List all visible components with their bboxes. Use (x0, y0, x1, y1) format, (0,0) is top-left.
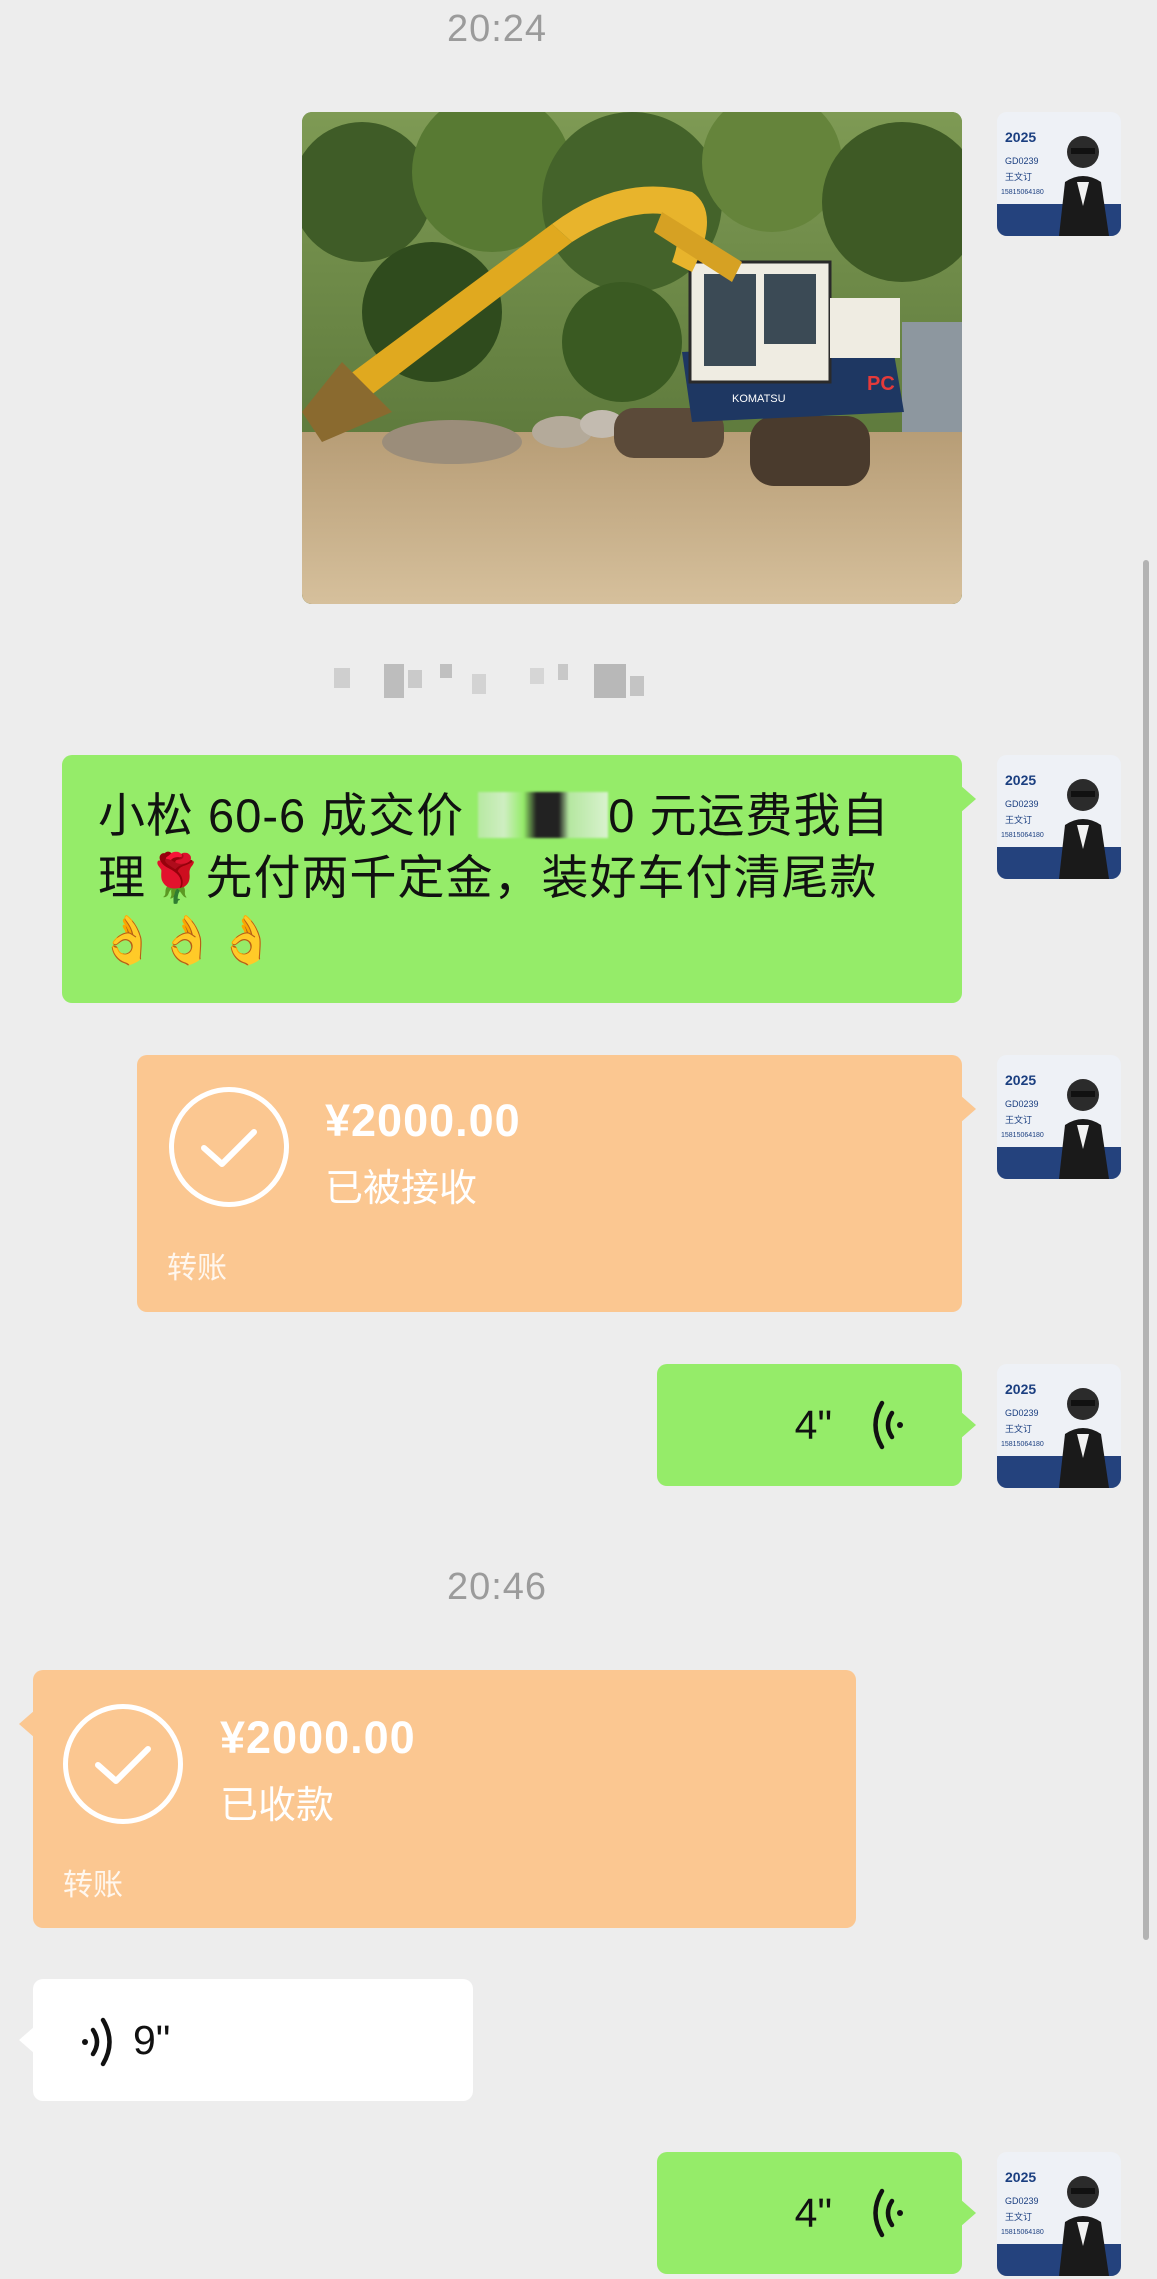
voice-message-bubble[interactable]: 4" (657, 1364, 976, 1486)
check-circle-icon (63, 1704, 183, 1824)
voice-wave-left-icon (71, 2015, 115, 2074)
bubble-tail (19, 1710, 35, 1738)
voice-wave-right-icon (870, 1398, 914, 1457)
svg-text:PC: PC (867, 373, 895, 395)
bubble-tail (960, 1411, 976, 1439)
avatar[interactable]: 2025 GD0239 王文订 15815064180 (997, 755, 1121, 879)
svg-text:15815064180: 15815064180 (1001, 832, 1044, 839)
timestamp: 20:24 (446, 8, 548, 50)
timestamp: 20:46 (446, 1566, 548, 1608)
svg-text:2025: 2025 (1005, 772, 1036, 788)
svg-text:15815064180: 15815064180 (1001, 189, 1044, 196)
voice-duration: 9" (133, 2017, 171, 2063)
message-text: 小松 60-6 成交价 0 元运费我自理🌹先付两千定金，装好车付清尾款 👌👌👌 (98, 789, 890, 966)
svg-text:15815064180: 15815064180 (1001, 1132, 1044, 1139)
redacted-sender-name (330, 664, 670, 700)
svg-text:2025: 2025 (1005, 129, 1036, 145)
voice-message-bubble[interactable]: 9" (19, 1979, 473, 2101)
bubble-tail (960, 2199, 976, 2227)
ok-emojis: 👌👌👌 (98, 913, 277, 966)
redacted-price (478, 792, 609, 838)
svg-text:15815064180: 15815064180 (1001, 2229, 1044, 2236)
voice-duration: 4" (794, 2190, 832, 2236)
svg-text:GD0239: GD0239 (1005, 156, 1039, 166)
transfer-sent-card[interactable]: ¥2000.00 已被接收 转账 (137, 1055, 976, 1312)
transfer-label: 转账 (167, 1252, 227, 1285)
avatar[interactable]: 2025 GD0239 王文订 15815064180 (997, 1055, 1121, 1179)
voice-message-bubble[interactable]: 4" (657, 2152, 976, 2274)
svg-text:2025: 2025 (1005, 2169, 1036, 2185)
bubble-tail (960, 1095, 976, 1123)
svg-text:GD0239: GD0239 (1005, 1099, 1039, 1109)
excavator-photo[interactable]: PC KOMATSU (302, 112, 962, 604)
transfer-amount: ¥2000.00 (325, 1095, 521, 1146)
transfer-received-card[interactable]: ¥2000.00 已收款 转账 (19, 1670, 856, 1928)
transfer-amount: ¥2000.00 (220, 1712, 416, 1763)
transfer-status: 已收款 (220, 1785, 335, 1827)
svg-text:王文订: 王文订 (1005, 1423, 1032, 1434)
svg-text:KOMATSU: KOMATSU (732, 393, 786, 405)
transfer-status: 已被接收 (325, 1168, 478, 1210)
svg-text:王文订: 王文订 (1005, 1114, 1032, 1125)
transfer-label: 转账 (63, 1869, 123, 1902)
avatar[interactable]: 2025 GD0239 王文订 15815064180 (997, 1364, 1121, 1488)
rose-emoji: 🌹 (146, 851, 206, 904)
svg-text:GD0239: GD0239 (1005, 799, 1039, 809)
svg-text:王文订: 王文订 (1005, 814, 1032, 825)
scrollbar[interactable] (1143, 560, 1149, 1940)
bubble-tail (960, 785, 976, 813)
svg-text:王文订: 王文订 (1005, 2211, 1032, 2222)
svg-text:GD0239: GD0239 (1005, 1408, 1039, 1418)
svg-text:2025: 2025 (1005, 1072, 1036, 1088)
svg-text:15815064180: 15815064180 (1001, 1441, 1044, 1448)
svg-text:2025: 2025 (1005, 1381, 1036, 1397)
voice-duration: 4" (794, 1402, 832, 1448)
avatar[interactable]: 2025 GD0239 王文订 15815064180 (997, 2152, 1121, 2276)
bubble-tail (19, 2026, 35, 2054)
text-message-bubble[interactable]: 小松 60-6 成交价 0 元运费我自理🌹先付两千定金，装好车付清尾款 👌👌👌 (62, 755, 976, 1003)
svg-text:GD0239: GD0239 (1005, 2196, 1039, 2206)
avatar[interactable]: 2025 GD0239 王文订 15815064180 (997, 112, 1121, 236)
check-circle-icon (169, 1087, 289, 1207)
svg-text:王文订: 王文订 (1005, 171, 1032, 182)
voice-wave-right-icon (870, 2186, 914, 2245)
